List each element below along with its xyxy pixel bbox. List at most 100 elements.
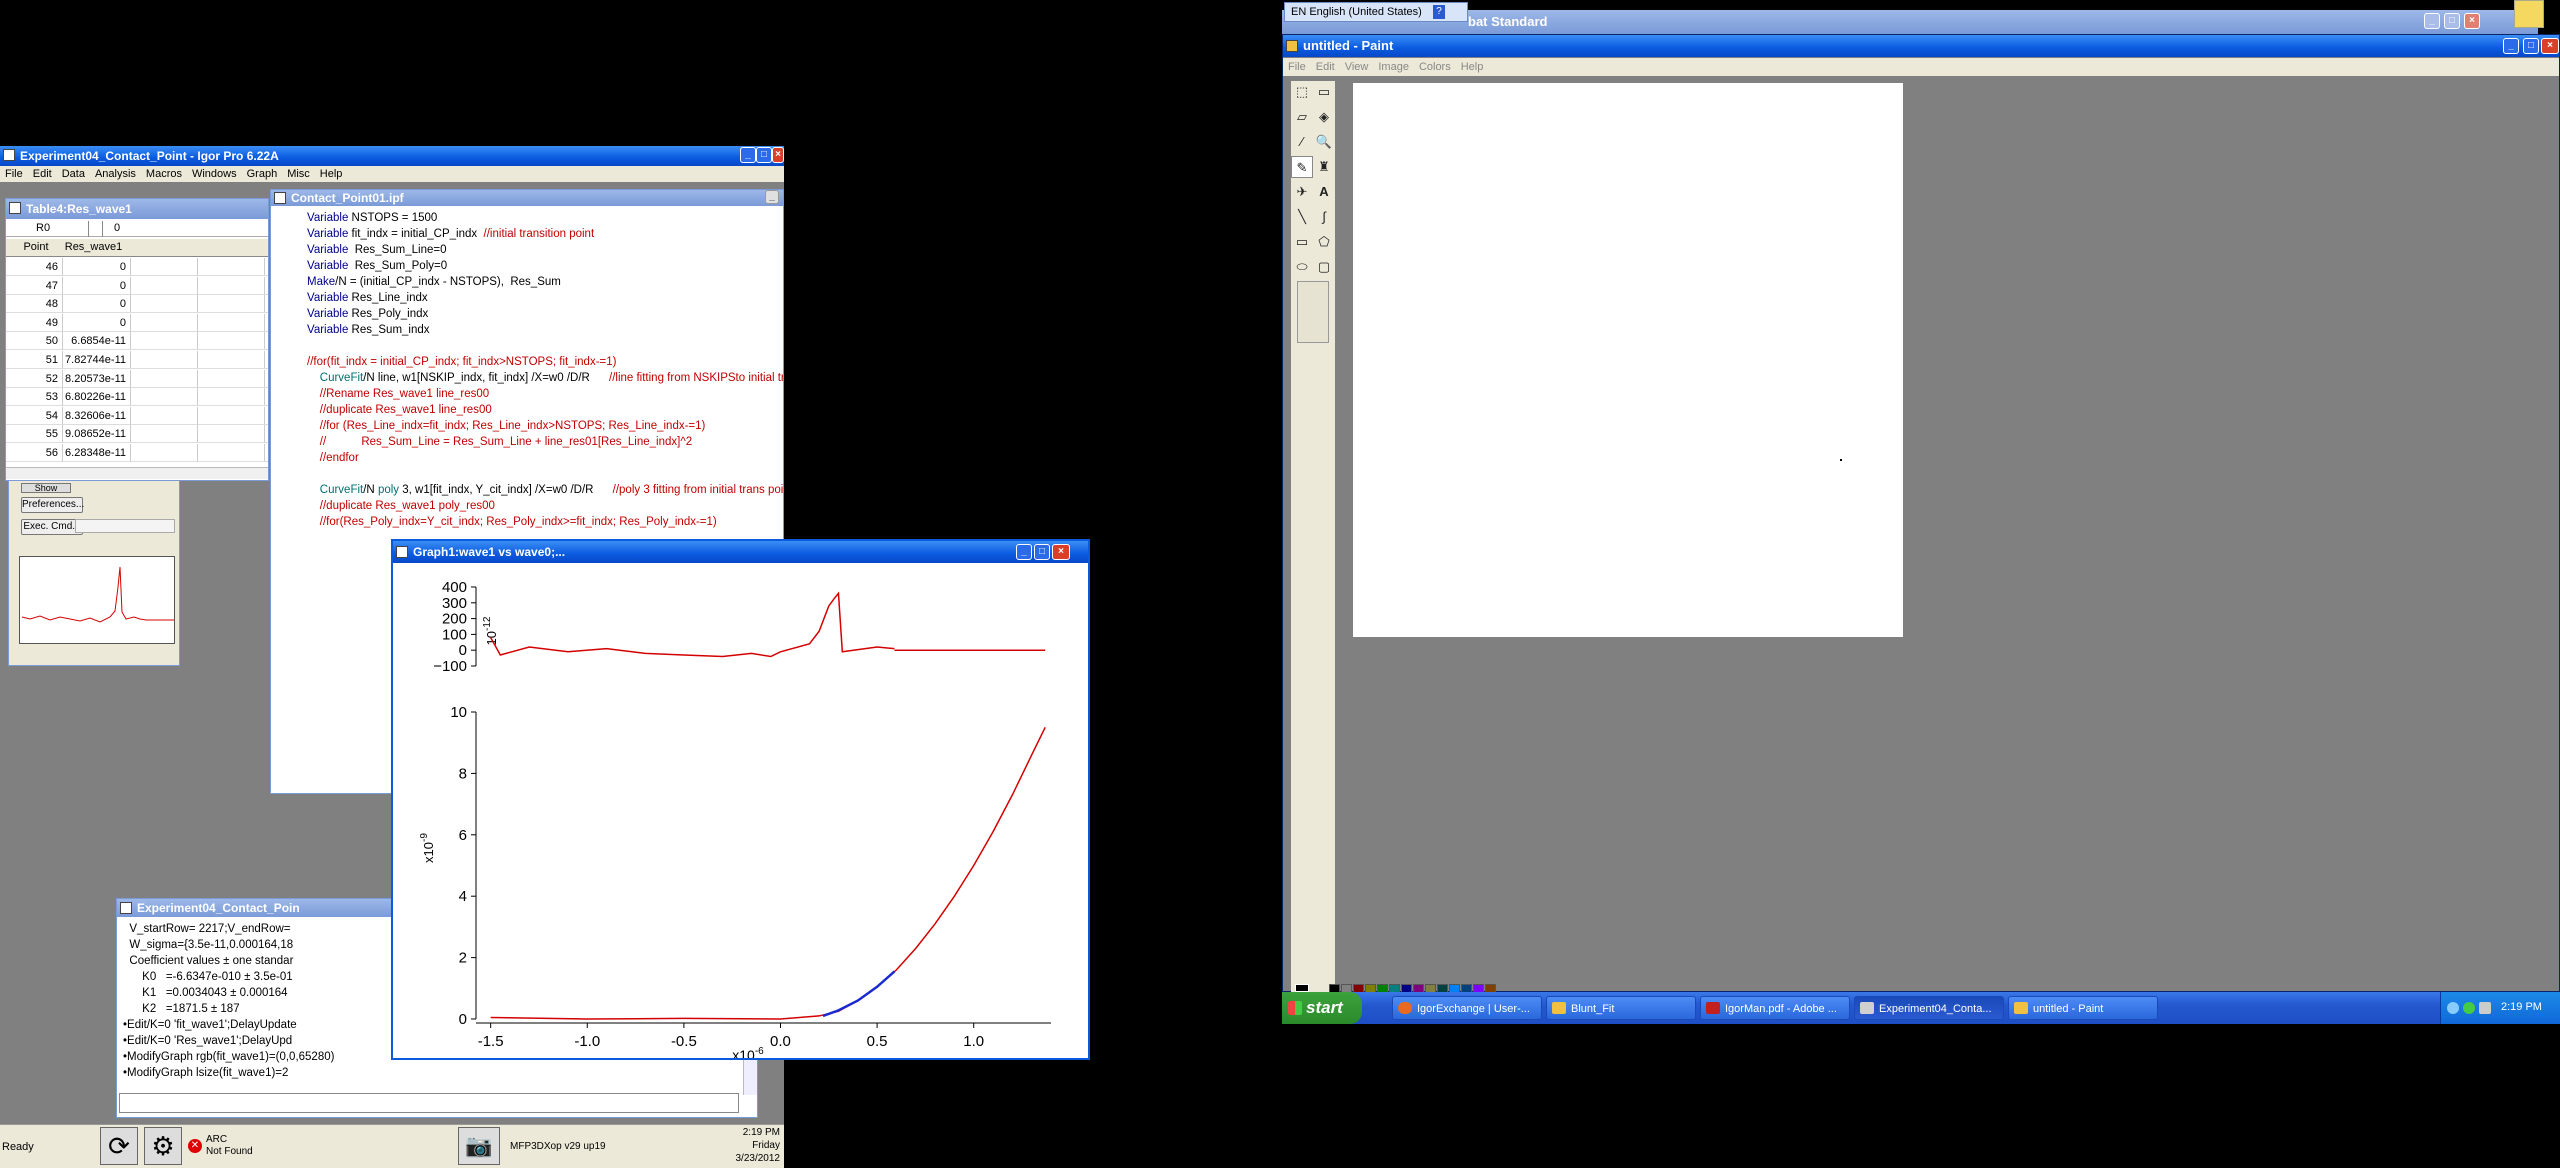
code-line[interactable]: Variable Res_Sum_Line=0: [307, 242, 783, 258]
table-cell-point[interactable]: 56: [6, 444, 63, 462]
igor-menu-help[interactable]: Help: [315, 168, 348, 180]
table-cell-empty[interactable]: [131, 388, 198, 407]
code-line[interactable]: //duplicate Res_wave1 poly_res00: [307, 498, 783, 514]
line-icon[interactable]: ╲: [1291, 206, 1313, 228]
table-cell-value[interactable]: 0: [63, 295, 131, 314]
code-line[interactable]: Make/N = (initial_CP_indx - NSTOPS), Res…: [307, 274, 783, 290]
paint-menu-edit[interactable]: Edit: [1311, 61, 1340, 73]
code-line[interactable]: [307, 466, 783, 482]
igor-minimize-button[interactable]: _: [740, 147, 756, 163]
paint-restore-button[interactable]: □: [2523, 38, 2539, 54]
paint-menu-view[interactable]: View: [1340, 61, 1374, 73]
exec-cmd-button[interactable]: Exec. Cmd...: [21, 519, 83, 535]
pencil-icon[interactable]: ✎: [1291, 156, 1313, 178]
table-cell-value[interactable]: 0: [63, 258, 131, 276]
table-cell-empty[interactable]: [198, 444, 265, 462]
acrobat-close-button[interactable]: ×: [2464, 13, 2480, 29]
code-line[interactable]: CurveFit/N poly 3, w1[fit_indx, Y_cit_in…: [307, 482, 783, 498]
code-line[interactable]: //Rename Res_wave1 line_res00: [307, 386, 783, 402]
table-cell-empty[interactable]: [198, 406, 265, 425]
igor-menu-macros[interactable]: Macros: [141, 168, 187, 180]
table-cell-empty[interactable]: [131, 425, 198, 444]
language-bar[interactable]: EN English (United States) ?: [1284, 2, 1468, 22]
tray-security-icon[interactable]: [2463, 1002, 2475, 1014]
table-cell-point[interactable]: 53: [6, 388, 63, 407]
table-cell-empty[interactable]: [198, 425, 265, 444]
airbrush-icon[interactable]: ✈: [1291, 181, 1313, 203]
table-cell-value[interactable]: 0: [63, 276, 131, 295]
table-cell-point[interactable]: 46: [6, 258, 63, 276]
free-select-icon[interactable]: ⬚: [1291, 81, 1313, 103]
table-cell-value[interactable]: 7.82744e-11: [63, 351, 131, 369]
graph-canvas[interactable]: 4003002001000−10010-121086420-1.5 -1.0 -0.…: [393, 563, 1088, 1058]
table-cell-empty[interactable]: [264, 277, 268, 295]
table-cell-value[interactable]: 6.28348e-11: [63, 444, 131, 462]
igor-menu-analysis[interactable]: Analysis: [90, 168, 141, 180]
table-cell-empty[interactable]: [131, 351, 198, 369]
show-button[interactable]: Show: [21, 483, 71, 493]
notes-icon[interactable]: [2514, 0, 2544, 28]
igor-restore-button[interactable]: □: [756, 147, 772, 163]
table-cell-point[interactable]: 48: [6, 295, 63, 314]
refresh-icon[interactable]: ⟳: [100, 1127, 138, 1165]
table-cell-point[interactable]: 54: [6, 406, 63, 425]
table-cell-empty[interactable]: [198, 351, 265, 369]
help-icon[interactable]: ?: [1433, 5, 1445, 19]
igor-menu-misc[interactable]: Misc: [282, 168, 315, 180]
igor-menu-graph[interactable]: Graph: [242, 168, 283, 180]
table-entry-field[interactable]: 0: [114, 222, 120, 234]
taskbar-item-igorman-pdf[interactable]: IgorMan.pdf - Adobe ...: [1700, 996, 1850, 1020]
code-line[interactable]: CurveFit/N line, w1[NSKIP_indx, fit_indx…: [307, 370, 783, 386]
code-line[interactable]: //for (Res_Line_indx=fit_indx; Res_Line_…: [307, 418, 783, 434]
code-line[interactable]: Variable Res_Sum_Poly=0: [307, 258, 783, 274]
fill-icon[interactable]: ◈: [1313, 106, 1335, 128]
table-cell-point[interactable]: 51: [6, 351, 63, 369]
ellipse-icon[interactable]: ⬭: [1291, 256, 1313, 278]
code-line[interactable]: //endfor: [307, 450, 783, 466]
gear-icon[interactable]: ⚙: [144, 1127, 182, 1165]
camera-icon[interactable]: 📷: [458, 1127, 500, 1165]
taskbar-item-igorexchange[interactable]: IgorExchange | User-...: [1392, 996, 1542, 1020]
table-cell-empty[interactable]: [131, 276, 198, 295]
tray-volume-icon[interactable]: [2479, 1002, 2491, 1014]
table-col-res[interactable]: Res_wave1: [61, 241, 126, 253]
table-cell-empty[interactable]: [264, 425, 268, 444]
eraser-icon[interactable]: ▱: [1291, 106, 1313, 128]
code-line[interactable]: Variable Res_Poly_indx: [307, 306, 783, 322]
paint-menu-image[interactable]: Image: [1373, 61, 1414, 73]
code-line[interactable]: Variable NSTOPS = 1500: [307, 210, 783, 226]
tool-options-box[interactable]: [1297, 281, 1329, 343]
table-cell-empty[interactable]: [131, 332, 198, 351]
panel-slider[interactable]: [75, 519, 175, 533]
brush-icon[interactable]: ♜: [1313, 156, 1335, 178]
code-line[interactable]: [307, 338, 783, 354]
graph-close-button[interactable]: ×: [1052, 544, 1070, 560]
start-button[interactable]: start: [1282, 992, 1362, 1024]
table-cell-empty[interactable]: [264, 314, 268, 332]
taskbar-item-paint[interactable]: untitled - Paint: [2008, 996, 2158, 1020]
rounded-rect-icon[interactable]: ▢: [1313, 256, 1335, 278]
tray-network-icon[interactable]: [2447, 1002, 2459, 1014]
taskbar-item-experiment04[interactable]: Experiment04_Conta...: [1854, 996, 2004, 1020]
magnifier-icon[interactable]: 🔍: [1313, 131, 1335, 153]
paint-minimize-button[interactable]: _: [2503, 38, 2519, 54]
code-line[interactable]: Variable Res_Sum_indx: [307, 322, 783, 338]
table-cell-empty[interactable]: [198, 258, 265, 276]
table-cell-empty[interactable]: [131, 295, 198, 314]
table-hscroll[interactable]: [6, 467, 268, 479]
table-cell-point[interactable]: 55: [6, 425, 63, 444]
procedure-minimize-button[interactable]: _: [765, 190, 779, 204]
code-line[interactable]: //duplicate Res_wave1 line_res00: [307, 402, 783, 418]
paint-menu-file[interactable]: File: [1283, 61, 1311, 73]
table-cell-value[interactable]: 8.32606e-11: [63, 406, 131, 425]
table-cell-empty[interactable]: [264, 444, 268, 462]
table-cell-empty[interactable]: [264, 258, 268, 276]
paint-menu-help[interactable]: Help: [1456, 61, 1489, 73]
table-cell-empty[interactable]: [198, 369, 265, 388]
igor-close-button[interactable]: ×: [772, 147, 784, 163]
table-cell-point[interactable]: 50: [6, 332, 63, 351]
text-icon[interactable]: A: [1313, 181, 1335, 203]
acrobat-restore-button[interactable]: □: [2444, 13, 2460, 29]
table-cell-empty[interactable]: [131, 406, 198, 425]
table-cell-value[interactable]: 9.08652e-11: [63, 425, 131, 444]
